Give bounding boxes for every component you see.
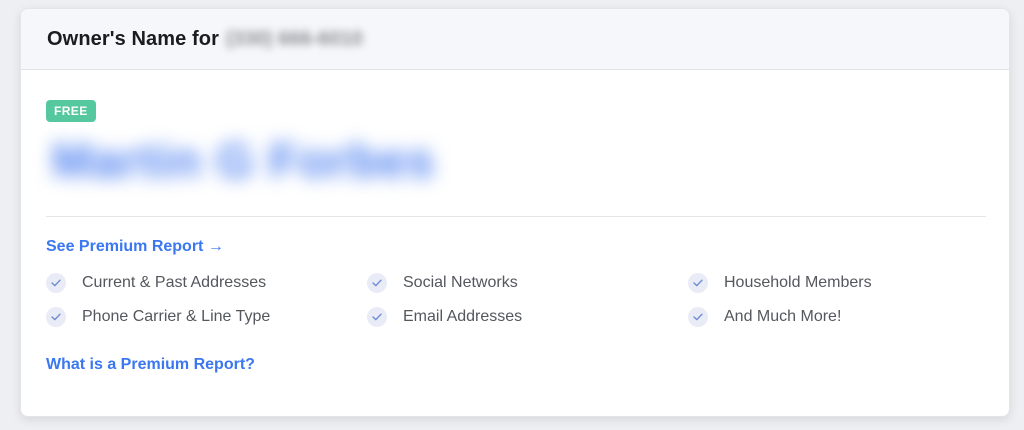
feature-list: Current & Past Addresses Social Networks… [46, 273, 984, 327]
owner-card: Owner's Name for (330) 666-6010 FREE Mar… [20, 8, 1010, 417]
feature-item: Email Addresses [367, 307, 688, 327]
feature-item: Household Members [688, 273, 988, 293]
check-icon [46, 273, 66, 293]
check-icon [367, 273, 387, 293]
feature-label: Social Networks [403, 274, 518, 291]
what-is-premium-report-link[interactable]: What is a Premium Report? [46, 356, 255, 374]
feature-label: And Much More! [724, 308, 842, 325]
feature-label: Phone Carrier & Line Type [82, 308, 271, 325]
feature-item: Social Networks [367, 273, 688, 293]
see-premium-report-link[interactable]: See Premium Report → [46, 238, 224, 256]
feature-item: Current & Past Addresses [46, 273, 367, 293]
check-icon [688, 273, 708, 293]
phone-number-redacted: (330) 666-6010 [225, 27, 363, 50]
card-header: Owner's Name for (330) 666-6010 [21, 9, 1009, 70]
feature-item: And Much More! [688, 307, 988, 327]
feature-label: Current & Past Addresses [82, 274, 267, 291]
feature-label: Email Addresses [403, 308, 523, 325]
free-badge: FREE [46, 100, 96, 122]
card-body: FREE Martin G Forbes See Premium Report … [21, 70, 1009, 374]
feature-item: Phone Carrier & Line Type [46, 307, 367, 327]
check-icon [46, 307, 66, 327]
feature-label: Household Members [724, 274, 872, 291]
header-title: Owner's Name for [47, 27, 219, 50]
check-icon [688, 307, 708, 327]
check-icon [367, 307, 387, 327]
owner-name-redacted: Martin G Forbes [52, 135, 436, 188]
